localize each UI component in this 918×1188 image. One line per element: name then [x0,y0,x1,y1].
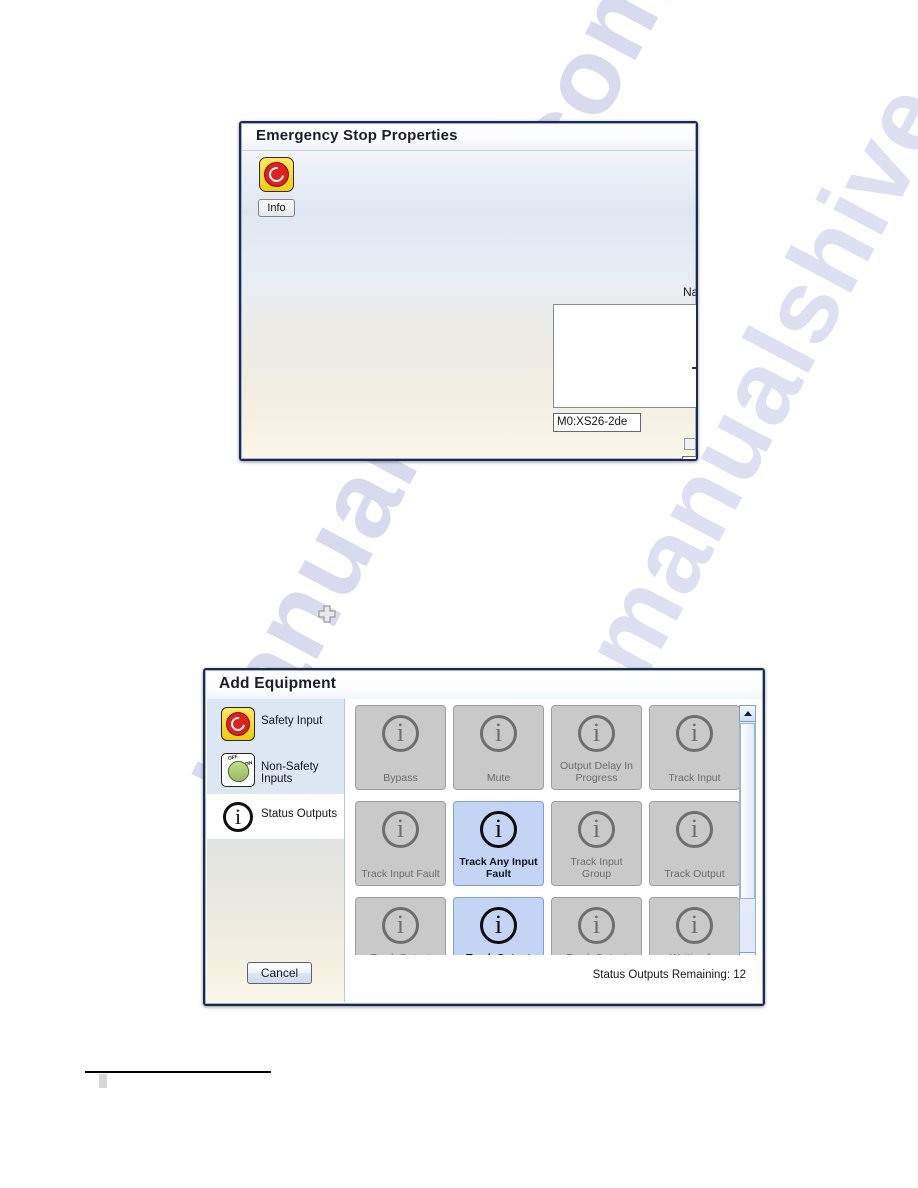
equipment-tile-label: Track Input Group [570,856,623,880]
info-icon [578,715,615,752]
input1-select[interactable]: IN1 [697,413,698,432]
equipment-tile-label: Track Any Input Fault [459,856,538,880]
equipment-tile-label: Track Input Fault [361,868,440,880]
equipment-tile[interactable]: Track Output [649,801,740,886]
info-icon [676,715,713,752]
equipment-tile[interactable]: Track Output Fault All [453,897,544,955]
info-icon [382,715,419,752]
scrollbar-thumb[interactable] [740,723,755,899]
equipment-tile-label: Bypass [383,772,418,784]
tile-grid-scrollbar[interactable] [739,705,756,955]
sidebar-item-status-outputs[interactable]: Status Outputs [207,794,345,841]
footnote-marker [99,1074,107,1088]
equipment-tile[interactable]: Track Input Fault [355,801,446,886]
toggle-switch-icon: OFF ON [221,753,255,787]
info-icon [676,811,713,848]
info-button[interactable]: Info [258,199,295,217]
sidebar-item-label: Non-Safety Inputs [261,761,319,785]
equipment-tile[interactable]: Track Input Group [551,801,642,886]
name-label: Name [683,285,698,299]
equipment-tile-label: Track Output Fault [359,952,442,955]
equipment-tile-label: Track Output Fault All [457,952,540,955]
device-select[interactable]: M0:XS26-2de [553,413,641,432]
equipment-tile-area: Bypass Mute Output Delay In Progress Track … [346,700,761,955]
emergency-stop-icon [259,157,294,192]
equipment-tile[interactable]: Bypass [355,705,446,790]
simultaneity-select[interactable]: Simultaneous [682,456,696,459]
dialog-title-bar: Emergency Stop Properties [242,124,695,151]
equipment-category-sidebar: Safety Input OFF ON Non-Safety Inputs i … [207,699,345,1002]
equipment-tile[interactable]: Mute [453,705,544,790]
equipment-tile-label: Track Input [668,772,721,784]
equipment-tile-label: Track Output Logical State [555,952,638,955]
emergency-stop-icon [221,707,255,741]
status-outputs-remaining-text: Status Outputs Remaining: 12 [592,969,746,981]
sidebar-item-non-safety-inputs[interactable]: OFF ON Non-Safety Inputs [207,747,345,794]
cancel-button[interactable]: Cancel [247,962,312,984]
document-page: manualshive.com manualshive.com Emergenc… [0,0,918,1188]
info-icon [480,811,517,848]
footnote-rule [85,1071,271,1073]
equipment-tile-label: Output Delay In Progress [560,760,633,784]
info-icon [676,907,713,944]
info-icon [221,800,255,834]
equipment-tile-label: Waiting for Manual Reset [653,952,736,955]
dialog-body: Add Equipment Safety Input OFF ON Non-Sa… [205,670,763,1004]
enable-startup-test-checkbox[interactable] [684,438,696,450]
schematic-panel: 24V [553,304,696,408]
equipment-tile-label: Track Output [664,868,725,880]
equipment-tile[interactable]: Waiting for Manual Reset [649,897,740,955]
equipment-tile[interactable]: Track Output Fault [355,897,446,955]
emergency-stop-properties-dialog: Emergency Stop Properties Info Name M0: … [239,121,698,461]
estop-schematic-drawing: 24V [692,367,696,369]
simultaneity-label: Simultaneity [609,458,674,459]
equipment-tile[interactable]: Track Input [649,705,740,790]
dialog-title-bar: Add Equipment [206,671,762,699]
scroll-up-icon[interactable] [739,705,756,722]
add-equipment-dialog: Add Equipment Safety Input OFF ON Non-Sa… [203,668,765,1006]
plus-marker-icon [318,605,336,623]
info-icon [480,907,517,944]
equipment-tile[interactable]: Track Any Input Fault [453,801,544,886]
estop-ring [264,162,289,187]
info-icon [578,907,615,944]
info-icon [578,811,615,848]
dialog-body: Emergency Stop Properties Info Name M0: … [241,123,696,459]
equipment-tile-label: Mute [486,772,511,784]
sidebar-item-label: Safety Input [261,715,323,727]
scroll-down-icon[interactable] [739,952,756,955]
dialog-title: Add Equipment [219,675,337,692]
sidebar-item-label: Status Outputs [261,808,338,820]
equipment-tile[interactable]: Track Output Logical State [551,897,642,955]
equipment-tile[interactable]: Output Delay In Progress [551,705,642,790]
info-icon [480,715,517,752]
dialog-title: Emergency Stop Properties [256,127,458,144]
sidebar-item-safety-input[interactable]: Safety Input [207,701,345,748]
info-icon [382,907,419,944]
info-icon [382,811,419,848]
